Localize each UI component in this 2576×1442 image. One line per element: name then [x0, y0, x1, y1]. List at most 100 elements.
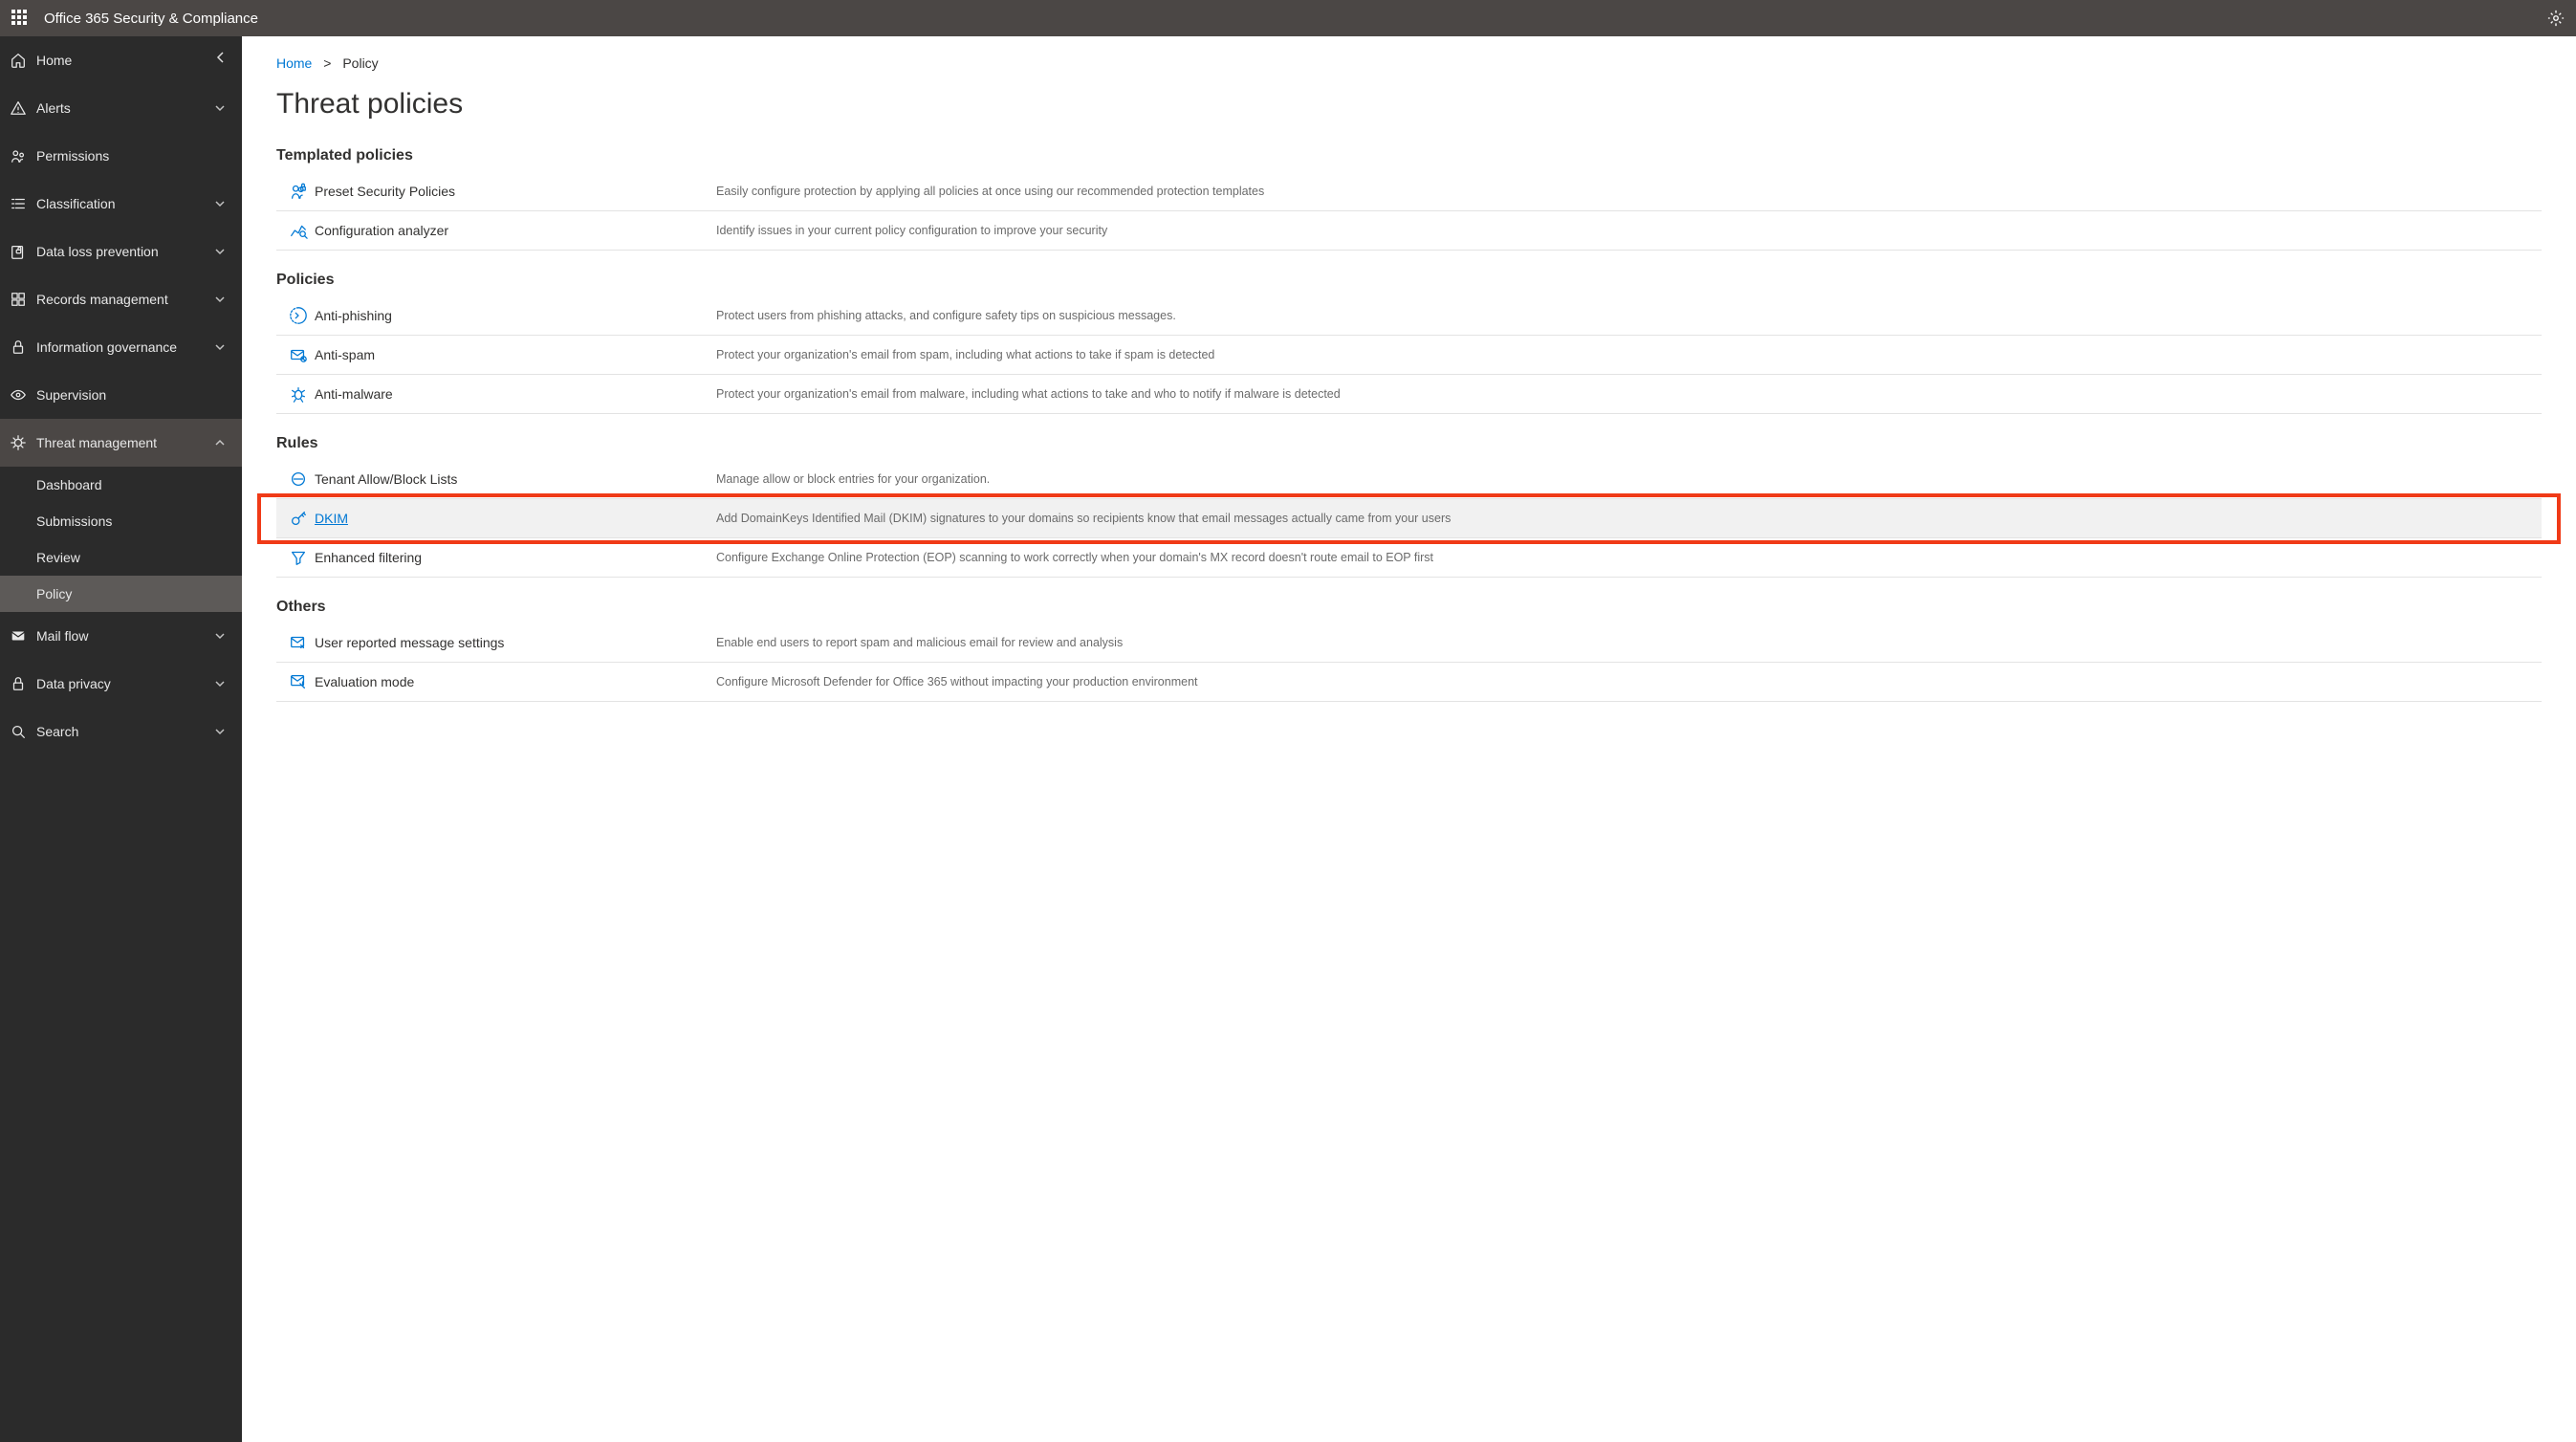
policy-description: Protect users from phishing attacks, and… — [716, 309, 2536, 322]
app-launcher-icon[interactable] — [11, 10, 29, 27]
filter-icon — [282, 548, 315, 567]
sidebar-item-information-governance[interactable]: Information governance — [0, 323, 242, 371]
sidebar-item-search[interactable]: Search — [0, 708, 242, 755]
policy-row-dkim[interactable]: DKIMAdd DomainKeys Identified Mail (DKIM… — [276, 499, 2542, 538]
nav-item-left: Supervision — [10, 386, 106, 404]
row-wrapper: Tenant Allow/Block ListsManage allow or … — [276, 460, 2542, 499]
sidebar-item-data-loss-prevention[interactable]: Data loss prevention — [0, 228, 242, 275]
chevron-down-icon — [213, 725, 227, 738]
policy-link[interactable]: DKIM — [315, 511, 348, 526]
dlp-icon — [10, 243, 27, 260]
sidebar-subitem-review[interactable]: Review — [0, 539, 242, 576]
sidebar-item-threat-management[interactable]: Threat management — [0, 419, 242, 467]
policy-name: Evaluation mode — [315, 674, 716, 689]
breadcrumb-home-link[interactable]: Home — [276, 55, 312, 71]
chevron-down-icon — [213, 101, 227, 115]
sidebar-item-classification[interactable]: Classification — [0, 180, 242, 228]
classification-icon — [10, 195, 27, 212]
nav-item-left: Data privacy — [10, 675, 111, 692]
row-wrapper: Evaluation modeConfigure Microsoft Defen… — [276, 663, 2542, 702]
policy-name: DKIM — [315, 511, 716, 526]
sidebar-subitem-submissions[interactable]: Submissions — [0, 503, 242, 539]
row-wrapper: Anti-malwareProtect your organization's … — [276, 375, 2542, 414]
chevron-down-icon — [213, 340, 227, 354]
nav-item-left: Search — [10, 723, 78, 740]
lock-icon — [10, 339, 27, 356]
app-title: Office 365 Security & Compliance — [44, 11, 258, 27]
row-wrapper: Anti-spamProtect your organization's ema… — [276, 336, 2542, 375]
sidebar-item-data-privacy[interactable]: Data privacy — [0, 660, 242, 708]
policy-row-tenant-allow-block-lists[interactable]: Tenant Allow/Block ListsManage allow or … — [276, 460, 2542, 499]
nav-item-left: Classification — [10, 195, 115, 212]
sidebar-item-label: Alerts — [36, 100, 71, 116]
policy-description: Protect your organization's email from s… — [716, 348, 2536, 361]
nav-item-left: Records management — [10, 291, 168, 308]
policy-name: Enhanced filtering — [315, 550, 716, 565]
breadcrumb-separator: > — [323, 55, 331, 71]
home-icon — [10, 52, 27, 69]
policy-description: Enable end users to report spam and mali… — [716, 636, 2536, 649]
policy-row-user-reported-message-settings[interactable]: User reported message settingsEnable end… — [276, 623, 2542, 663]
policy-description: Manage allow or block entries for your o… — [716, 472, 2536, 486]
sidebar-item-label: Information governance — [36, 339, 177, 355]
section-title: Rules — [276, 435, 2542, 452]
policy-row-configuration-analyzer[interactable]: Configuration analyzerIdentify issues in… — [276, 211, 2542, 251]
policy-name: Anti-phishing — [315, 308, 716, 323]
policy-row-anti-malware[interactable]: Anti-malwareProtect your organization's … — [276, 375, 2542, 414]
nav-item-left: Home — [10, 52, 72, 69]
sidebar-item-permissions[interactable]: Permissions — [0, 132, 242, 180]
sidebar-item-label: Records management — [36, 292, 168, 307]
sidebar: Home Alerts Permissions Classification Data … — [0, 36, 242, 1442]
top-bar: Office 365 Security & Compliance — [0, 0, 2576, 36]
nav-item-left: Data loss prevention — [10, 243, 159, 260]
policy-row-anti-phishing[interactable]: Anti-phishingProtect users from phishing… — [276, 296, 2542, 336]
sidebar-subitem-policy[interactable]: Policy — [0, 576, 242, 612]
sidebar-item-alerts[interactable]: Alerts — [0, 84, 242, 132]
section-title: Templated policies — [276, 147, 2542, 164]
row-wrapper: Anti-phishingProtect users from phishing… — [276, 296, 2542, 336]
section-title: Policies — [276, 272, 2542, 289]
alert-icon — [10, 99, 27, 117]
policy-name: Anti-spam — [315, 347, 716, 362]
threat-icon — [10, 434, 27, 451]
row-wrapper: Preset Security PoliciesEasily configure… — [276, 172, 2542, 211]
analyzer-icon — [282, 221, 315, 240]
policy-name: Preset Security Policies — [315, 184, 716, 199]
sidebar-item-label: Data loss prevention — [36, 244, 159, 259]
policy-row-preset-security-policies[interactable]: Preset Security PoliciesEasily configure… — [276, 172, 2542, 211]
chevron-down-icon — [213, 677, 227, 690]
sidebar-item-label: Mail flow — [36, 628, 88, 644]
spam-icon — [282, 345, 315, 364]
settings-icon[interactable] — [2547, 10, 2565, 27]
lock-icon — [10, 675, 27, 692]
sidebar-item-home[interactable]: Home — [0, 36, 242, 84]
sidebar-item-mail-flow[interactable]: Mail flow — [0, 612, 242, 660]
policy-description: Configure Exchange Online Protection (EO… — [716, 551, 2536, 564]
search-icon — [10, 723, 27, 740]
eye-icon — [10, 386, 27, 404]
sidebar-item-supervision[interactable]: Supervision — [0, 371, 242, 419]
mail-icon — [10, 627, 27, 645]
chevron-down-icon — [213, 293, 227, 306]
policy-name: Tenant Allow/Block Lists — [315, 471, 716, 487]
sidebar-item-records-management[interactable]: Records management — [0, 275, 242, 323]
nav-item-left: Information governance — [10, 339, 177, 356]
sidebar-item-label: Data privacy — [36, 676, 111, 691]
policy-description: Protect your organization's email from m… — [716, 387, 2536, 401]
sidebar-subitem-dashboard[interactable]: Dashboard — [0, 467, 242, 503]
preset-icon — [282, 182, 315, 201]
policy-name: Configuration analyzer — [315, 223, 716, 238]
topbar-left: Office 365 Security & Compliance — [11, 10, 258, 27]
policy-row-enhanced-filtering[interactable]: Enhanced filteringConfigure Exchange Onl… — [276, 538, 2542, 578]
page-title: Threat policies — [276, 88, 2542, 120]
policy-row-anti-spam[interactable]: Anti-spamProtect your organization's ema… — [276, 336, 2542, 375]
key-icon — [282, 509, 315, 528]
permissions-icon — [10, 147, 27, 164]
shell: Home Alerts Permissions Classification Data … — [0, 36, 2576, 1442]
chevron-up-icon — [213, 436, 227, 449]
eval-icon — [282, 672, 315, 691]
policy-row-evaluation-mode[interactable]: Evaluation modeConfigure Microsoft Defen… — [276, 663, 2542, 702]
block-icon — [282, 470, 315, 489]
collapse-sidebar-icon[interactable] — [213, 50, 229, 65]
main-content: Home > Policy Threat policies Templated … — [242, 36, 2576, 1442]
